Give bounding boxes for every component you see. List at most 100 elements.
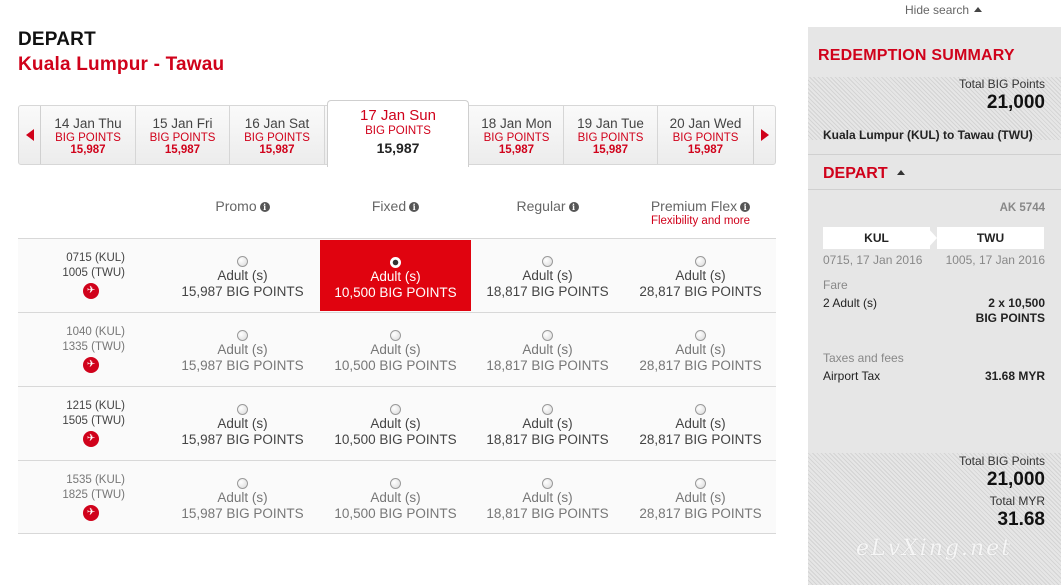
fare-radio[interactable] — [237, 478, 248, 489]
fare-points: 15,987 BIG POINTS — [181, 358, 304, 373]
tax-amount: 31.68 MYR — [984, 369, 1045, 383]
depart-time: 1535 (KUL) — [66, 474, 125, 486]
fare-pax: Adult (s) — [370, 269, 421, 284]
info-icon[interactable]: i — [409, 202, 420, 212]
prev-dates-button[interactable] — [19, 106, 41, 164]
fare-radio[interactable] — [542, 330, 553, 341]
fare-option-regular[interactable]: Adult (s) 18,817 BIG POINTS — [472, 313, 623, 386]
fare-radio[interactable] — [695, 404, 706, 415]
arrive-time: 1335 (TWU) — [62, 341, 125, 353]
info-icon[interactable]: i — [568, 202, 579, 212]
flight-times: 1040 (KUL) 1335 (TWU) — [18, 325, 125, 355]
fare-option-premium-flex[interactable]: Adult (s) 28,817 BIG POINTS — [625, 313, 776, 386]
hide-search-link[interactable]: Hide search — [905, 3, 983, 17]
flight-details-plane-icon[interactable]: ✈ — [83, 357, 99, 373]
destination-code: TWU — [937, 227, 1044, 249]
caret-up-icon — [974, 7, 983, 12]
arrow-right-icon — [760, 129, 769, 141]
fare-points: 10,500 BIG POINTS — [334, 506, 457, 521]
fare-radio[interactable] — [542, 478, 553, 489]
hide-search-label: Hide search — [905, 3, 970, 17]
date-tab-16-jan[interactable]: 16 Jan Sat BIG POINTS 15,987 — [230, 106, 325, 164]
total-points-label: Total BIG Points — [958, 77, 1045, 91]
fare-radio[interactable] — [237, 404, 248, 415]
fare-option-premium-flex[interactable]: Adult (s) 28,817 BIG POINTS — [625, 387, 776, 460]
flight-details-plane-icon[interactable]: ✈ — [83, 283, 99, 299]
date-label: 14 Jan Thu — [54, 116, 122, 131]
arrive-time: 1825 (TWU) — [62, 489, 125, 501]
fare-radio[interactable] — [237, 256, 248, 267]
fare-points: 28,817 BIG POINTS — [639, 358, 762, 373]
date-unit: BIG POINTS — [365, 125, 431, 137]
date-tab-19-jan[interactable]: 19 Jan Tue BIG POINTS 15,987 — [564, 106, 658, 164]
date-unit: BIG POINTS — [483, 132, 550, 144]
fare-option-regular[interactable]: Adult (s) 18,817 BIG POINTS — [472, 461, 623, 534]
date-selector: 14 Jan Thu BIG POINTS 15,987 15 Jan Fri … — [18, 100, 776, 167]
fare-header-premium-flex: Premium Flex i Flexibility and more — [625, 198, 776, 227]
fare-pax: Adult (s) — [522, 416, 573, 431]
info-icon[interactable]: i — [740, 202, 751, 212]
next-dates-button[interactable] — [753, 106, 775, 164]
grand-total-points-label: Total BIG Points — [958, 454, 1045, 468]
fare-option-fixed[interactable]: Adult (s) 10,500 BIG POINTS — [320, 387, 471, 460]
fare-radio[interactable] — [390, 257, 401, 268]
fare-option-premium-flex[interactable]: Adult (s) 28,817 BIG POINTS — [625, 239, 776, 312]
fare-points: 10,500 BIG POINTS — [334, 285, 457, 300]
depart-toggle[interactable]: DEPART — [823, 165, 905, 183]
date-tab-15-jan[interactable]: 15 Jan Fri BIG POINTS 15,987 — [136, 106, 230, 164]
fare-points: 10,500 BIG POINTS — [334, 358, 457, 373]
date-tab-20-jan[interactable]: 20 Jan Wed BIG POINTS 15,987 — [658, 106, 753, 164]
fare-option-regular[interactable]: Adult (s) 18,817 BIG POINTS — [472, 239, 623, 312]
fare-radio[interactable] — [695, 256, 706, 267]
fare-radio[interactable] — [390, 330, 401, 341]
fare-radio[interactable] — [542, 404, 553, 415]
summary-title: REDEMPTION SUMMARY — [818, 47, 1015, 64]
fare-points: 28,817 BIG POINTS — [639, 284, 762, 299]
fare-option-promo[interactable]: Adult (s) 15,987 BIG POINTS — [167, 461, 318, 534]
fare-radio[interactable] — [390, 478, 401, 489]
fare-option-promo[interactable]: Adult (s) 15,987 BIG POINTS — [167, 239, 318, 312]
fare-radio[interactable] — [695, 330, 706, 341]
date-label: 18 Jan Mon — [481, 116, 552, 131]
date-points: 15,987 — [164, 144, 201, 156]
fare-radio[interactable] — [390, 404, 401, 415]
info-icon[interactable]: i — [259, 202, 270, 212]
date-tab-17-jan-selected[interactable]: 17 Jan Sun BIG POINTS 15,987 — [327, 100, 469, 167]
date-tab-14-jan[interactable]: 14 Jan Thu BIG POINTS 15,987 — [41, 106, 136, 164]
fare-option-regular[interactable]: Adult (s) 18,817 BIG POINTS — [472, 387, 623, 460]
fare-option-fixed[interactable]: Adult (s) 10,500 BIG POINTS — [320, 461, 471, 534]
fare-pax: Adult (s) — [675, 342, 726, 357]
fare-option-fixed[interactable]: Adult (s) 10,500 BIG POINTS — [320, 313, 471, 386]
fare-header-label: Regular — [516, 198, 566, 214]
fare-option-premium-flex[interactable]: Adult (s) 28,817 BIG POINTS — [625, 461, 776, 534]
date-points: 15,987 — [687, 144, 724, 156]
fare-header-promo: Promo i — [167, 198, 318, 214]
fare-header-label: Promo — [215, 198, 257, 214]
fare-radio[interactable] — [542, 256, 553, 267]
fare-pax: Adult (s) — [675, 268, 726, 283]
date-label: 20 Jan Wed — [669, 116, 742, 131]
page-title: DEPART — [18, 29, 96, 50]
fare-pax: Adult (s) — [675, 490, 726, 505]
fare-pax: Adult (s) — [217, 490, 268, 505]
fare-option-promo[interactable]: Adult (s) 15,987 BIG POINTS — [167, 313, 318, 386]
fare-radio[interactable] — [695, 478, 706, 489]
arrive-time: 1005 (TWU) — [62, 267, 125, 279]
date-tab-18-jan[interactable]: 18 Jan Mon BIG POINTS 15,987 — [470, 106, 564, 164]
date-unit: BIG POINTS — [672, 132, 739, 144]
flight-details-plane-icon[interactable]: ✈ — [83, 505, 99, 521]
fare-option-fixed-selected[interactable]: Adult (s) 10,500 BIG POINTS — [320, 240, 471, 311]
fare-radio[interactable] — [237, 330, 248, 341]
date-label: 17 Jan Sun — [360, 107, 436, 124]
fare-pax: Adult (s) — [522, 268, 573, 283]
date-label: 19 Jan Tue — [577, 116, 644, 131]
fare-option-promo[interactable]: Adult (s) 15,987 BIG POINTS — [167, 387, 318, 460]
date-points: 15,987 — [259, 144, 295, 156]
flight-details-plane-icon[interactable]: ✈ — [83, 431, 99, 447]
date-points: 15,987 — [498, 144, 535, 156]
divider — [808, 189, 1061, 190]
depart-label: DEPART — [823, 165, 888, 182]
arrive-time: 1505 (TWU) — [62, 415, 125, 427]
flight-times: 0715 (KUL) 1005 (TWU) — [18, 251, 125, 281]
fare-points: 18,817 BIG POINTS — [486, 284, 609, 299]
